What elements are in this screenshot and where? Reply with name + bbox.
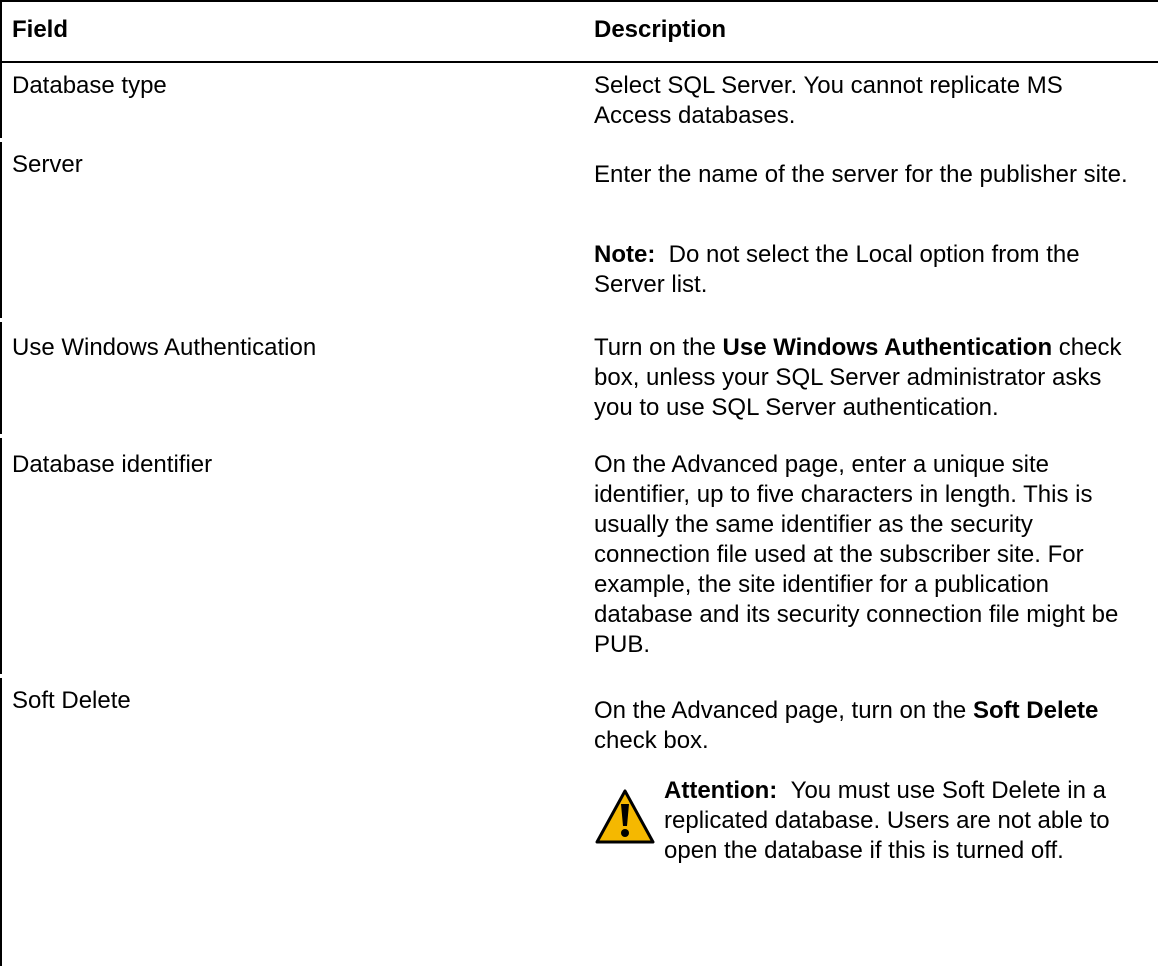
row-field-database-identifier: Database identifier [12, 451, 213, 478]
row-description-soft-delete: On the Advanced page, turn on the Soft D… [594, 696, 1144, 756]
row-left-border [0, 63, 2, 138]
field-description-table: Field Description Database type Select S… [0, 0, 1158, 966]
row-field-server: Server [12, 151, 83, 178]
desc-text: Turn on the [594, 334, 723, 361]
row-description-server: Enter the name of the server for the pub… [594, 161, 1128, 188]
row-description-database-type: Select SQL Server. You cannot replicate … [594, 72, 1063, 129]
row-description-use-windows-auth: Turn on the Use Windows Authentication c… [594, 333, 1144, 423]
row-left-border [0, 438, 2, 674]
attention-text-block: Attention: You must use Soft Delete in a… [664, 776, 1144, 866]
desc-bold-text: Soft Delete [972, 697, 1099, 724]
header-field: Field [12, 16, 69, 43]
row-field-use-windows-auth: Use Windows Authentication [12, 334, 317, 361]
header-description: Description [594, 16, 727, 43]
header-bottom-border [0, 61, 1158, 63]
desc-text: check box. [594, 727, 709, 754]
attention-label: Attention: [664, 777, 778, 804]
table-top-border [0, 0, 1158, 2]
row-left-border [0, 678, 2, 966]
desc-bold-text: Use Windows Authentication [722, 334, 1053, 361]
row-field-soft-delete: Soft Delete [12, 687, 131, 714]
row-description-database-identifier: On the Advanced page, enter a unique sit… [594, 451, 1119, 658]
note-label: Note: [594, 241, 656, 268]
header-left-border [0, 0, 2, 61]
row-left-border [0, 322, 2, 434]
warning-triangle-icon [595, 789, 655, 844]
row-left-border [0, 142, 2, 318]
row-field-database-type: Database type [12, 72, 167, 99]
desc-text: On the Advanced page, turn on the [594, 697, 973, 724]
note-text: Do not select the Local option from the … [594, 241, 1080, 298]
server-note: Note: Do not select the Local option fro… [594, 240, 1144, 300]
attention-callout: Attention: You must use Soft Delete in a… [594, 776, 1144, 956]
